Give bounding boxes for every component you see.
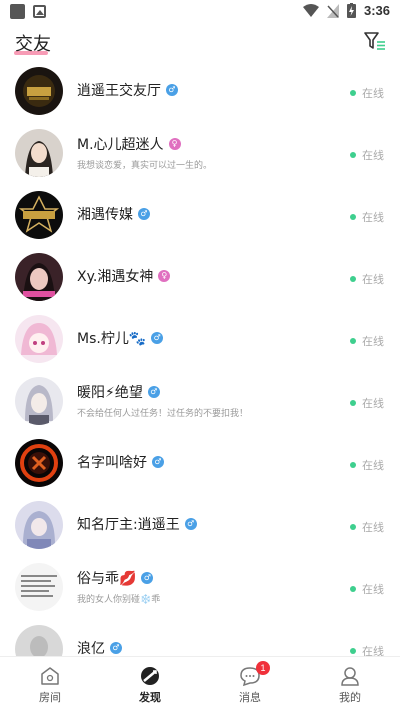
user-row[interactable]: Xy.湘遇女神 ♀ 在线 (0, 246, 400, 308)
male-icon: ♂ (147, 386, 160, 398)
user-row[interactable]: 浪亿 ♂ 在线 (0, 618, 400, 656)
online-dot-icon (350, 90, 356, 96)
online-status: 在线 (350, 457, 384, 473)
online-label: 在线 (362, 397, 384, 410)
no-signal-icon (326, 3, 339, 18)
online-label: 在线 (362, 149, 384, 162)
online-dot-icon (350, 276, 356, 282)
user-row[interactable]: 暖阳⚡绝望 ♂ 不会给任何人过任务！过任务的不要扣我！ 在线 (0, 370, 400, 432)
male-icon: ♂ (166, 84, 178, 96)
user-name: 浪亿 (77, 641, 105, 656)
online-status: 在线 (350, 333, 384, 349)
online-status: 在线 (350, 519, 384, 535)
user-name: 暖阳⚡绝望 (77, 385, 143, 401)
avatar[interactable] (15, 315, 63, 363)
male-icon: ♂ (110, 642, 122, 654)
male-icon: ♂ (151, 332, 164, 344)
user-signature: 我的女人你别碰❄️乖 (77, 595, 161, 605)
user-row[interactable]: 湘遇传媒 ♂ 在线 (0, 184, 400, 246)
nav-label: 发现 (139, 691, 161, 704)
title-underline (14, 51, 48, 55)
nav-label: 房间 (39, 691, 61, 704)
user-name: M.心儿超迷人 (77, 137, 164, 153)
nav-label: 我的 (339, 691, 361, 704)
avatar[interactable] (15, 563, 63, 611)
online-status: 在线 (350, 147, 384, 163)
online-label: 在线 (362, 583, 384, 596)
image-notification-icon (33, 5, 46, 18)
online-dot-icon (350, 400, 356, 406)
avatar[interactable] (15, 377, 63, 425)
online-status: 在线 (350, 643, 384, 656)
profile-icon (341, 667, 359, 686)
avatar[interactable] (15, 625, 63, 656)
online-label: 在线 (362, 645, 384, 656)
avatar[interactable] (15, 439, 63, 487)
online-label: 在线 (362, 521, 384, 534)
online-dot-icon (350, 462, 356, 468)
online-label: 在线 (362, 459, 384, 472)
avatar[interactable] (15, 253, 63, 301)
user-list[interactable]: 逍遥王交友厅 ♂ 在线 M.心儿超迷人 ♀ 我想谈恋爱，真实可以过一生的。 在线… (0, 60, 400, 656)
avatar[interactable] (15, 191, 63, 239)
notification-app-icon (10, 4, 25, 19)
online-dot-icon (350, 152, 356, 158)
female-icon: ♀ (168, 138, 181, 150)
user-signature: 不会给任何人过任务！过任务的不要扣我！ (77, 409, 249, 419)
discover-icon (141, 667, 159, 685)
online-label: 在线 (362, 335, 384, 348)
status-bar: 3:36 (0, 0, 400, 24)
user-name: 逍遥王交友厅 (77, 83, 161, 99)
online-label: 在线 (362, 211, 384, 224)
user-row[interactable]: 知名厅主:逍遥王 ♂ 在线 (0, 494, 400, 556)
user-signature: 我想谈恋爱，真实可以过一生的。 (77, 161, 213, 171)
online-status: 在线 (350, 271, 384, 287)
user-row[interactable]: Ms.柠儿🐾 ♂ 在线 (0, 308, 400, 370)
nav-profile[interactable]: 我的 (300, 657, 400, 711)
user-name: 名字叫啥好 (77, 455, 147, 471)
user-name: 湘遇传媒 (77, 207, 133, 223)
online-status: 在线 (350, 85, 384, 101)
female-icon: ♀ (158, 270, 171, 282)
nav-messages[interactable]: 1 消息 (200, 657, 300, 711)
online-label: 在线 (362, 273, 384, 286)
user-row[interactable]: M.心儿超迷人 ♀ 我想谈恋爱，真实可以过一生的。 在线 (0, 122, 400, 184)
avatar[interactable] (15, 129, 63, 177)
online-dot-icon (350, 524, 356, 530)
bottom-nav: 房间 发现 1 消息 我的 (0, 656, 400, 711)
user-name: Xy.湘遇女神 (77, 269, 154, 285)
male-icon: ♂ (152, 456, 164, 468)
avatar[interactable] (15, 501, 63, 549)
page-header: 交友 (0, 24, 400, 60)
online-status: 在线 (350, 395, 384, 411)
male-icon: ♂ (138, 208, 150, 220)
avatar[interactable] (15, 67, 63, 115)
online-status: 在线 (350, 581, 384, 597)
male-icon: ♂ (141, 572, 154, 584)
filter-icon[interactable] (364, 30, 386, 52)
male-icon: ♂ (184, 518, 197, 530)
online-dot-icon (350, 586, 356, 592)
online-dot-icon (350, 214, 356, 220)
user-name: 知名厅主:逍遥王 (77, 517, 180, 533)
nav-rooms[interactable]: 房间 (0, 657, 100, 711)
nav-label: 消息 (239, 691, 261, 704)
unread-badge: 1 (256, 661, 270, 675)
clock-time: 3:36 (363, 3, 390, 18)
user-row[interactable]: 名字叫啥好 ♂ 在线 (0, 432, 400, 494)
online-status: 在线 (350, 209, 384, 225)
user-name: 俗与乖💋 (77, 571, 137, 587)
wifi-icon (302, 3, 319, 17)
user-row[interactable]: 逍遥王交友厅 ♂ 在线 (0, 60, 400, 122)
user-name: Ms.柠儿🐾 (77, 331, 147, 347)
battery-charging-icon (346, 3, 356, 18)
online-dot-icon (350, 338, 356, 344)
nav-discover[interactable]: 发现 (100, 657, 200, 711)
user-row[interactable]: 俗与乖💋 ♂ 我的女人你别碰❄️乖 在线 (0, 556, 400, 618)
home-icon (41, 667, 59, 685)
online-dot-icon (350, 648, 356, 654)
online-label: 在线 (362, 87, 384, 100)
